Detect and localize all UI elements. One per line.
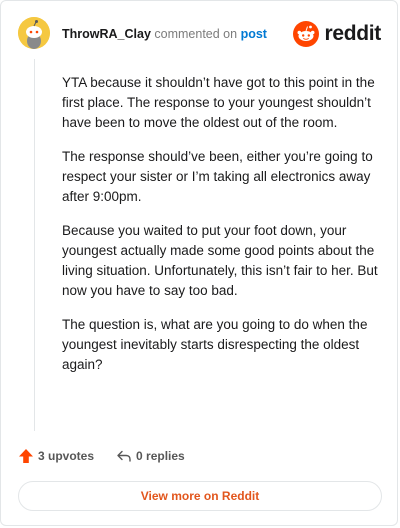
- comment-header: ThrowRA_Clay commented on post reddit: [18, 17, 381, 51]
- upvote-button[interactable]: 3 upvotes: [18, 448, 94, 464]
- reddit-snoo-icon: [293, 21, 320, 47]
- reply-count: 0 replies: [136, 449, 185, 463]
- comment-paragraph: The question is, what are you going to d…: [62, 317, 368, 372]
- snoo-avatar-icon: [18, 17, 50, 49]
- comment-paragraph: YTA because it shouldn’t have got to thi…: [62, 75, 375, 130]
- comment-actions: 3 upvotes 0 replies: [18, 446, 185, 466]
- post-link[interactable]: post: [241, 27, 267, 41]
- upvote-count: 3 upvotes: [38, 449, 95, 463]
- upvote-arrow-icon: [19, 449, 33, 463]
- commented-on-text: commented on: [154, 27, 238, 41]
- avatar[interactable]: [18, 17, 50, 49]
- thread-line: [34, 59, 35, 431]
- comment-body: YTA because it shouldn’t have got to thi…: [62, 73, 380, 389]
- comment-paragraph: The response should’ve been, either you’…: [62, 149, 373, 204]
- reddit-logo[interactable]: reddit: [293, 20, 381, 48]
- reddit-wordmark: reddit: [324, 22, 381, 45]
- username-link[interactable]: ThrowRA_Clay: [62, 27, 151, 41]
- comment-card: ThrowRA_Clay commented on post reddit YT…: [0, 0, 398, 526]
- comment-meta: ThrowRA_Clay commented on post: [62, 26, 267, 42]
- view-more-button[interactable]: View more on Reddit: [18, 481, 382, 511]
- reply-button[interactable]: 0 replies: [116, 448, 185, 464]
- comment-paragraph: Because you waited to put your foot down…: [62, 223, 378, 298]
- reply-arrow-icon: [117, 450, 131, 462]
